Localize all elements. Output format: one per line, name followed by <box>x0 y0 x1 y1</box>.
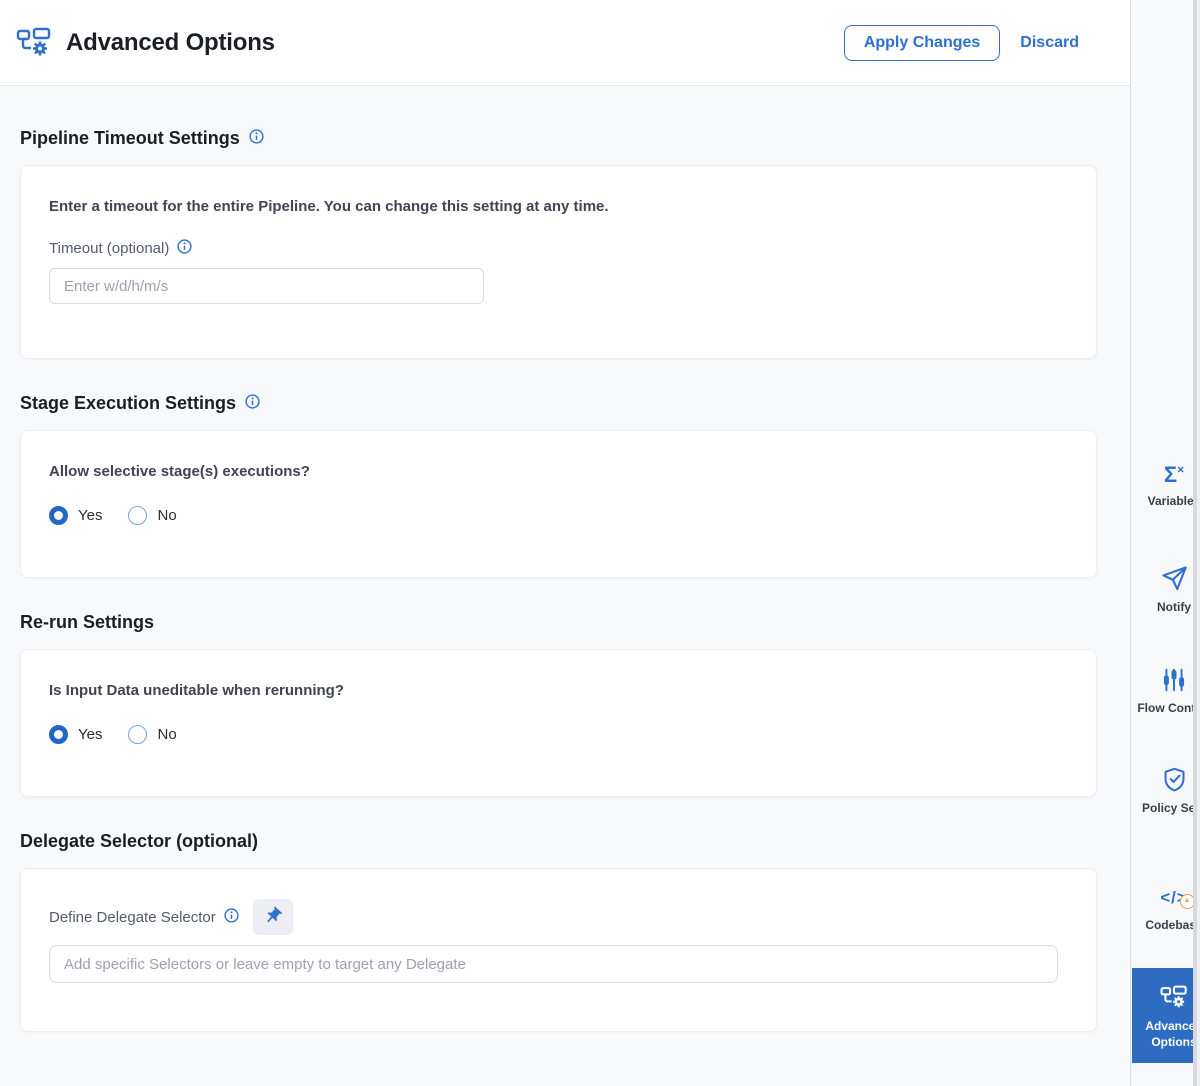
radio-checked-icon[interactable] <box>49 506 68 525</box>
pipeline-timeout-heading-text: Pipeline Timeout Settings <box>20 128 240 149</box>
sigma-x-icon: Σ× <box>1132 456 1200 486</box>
rerun-heading-text: Re-run Settings <box>20 612 154 633</box>
stage-execution-question: Allow selective stage(s) executions? <box>49 463 1068 480</box>
stage-execution-radio-yes[interactable]: Yes <box>49 506 102 525</box>
rerun-radio-yes[interactable]: Yes <box>49 725 102 744</box>
delegate-label-row: Define Delegate Selector <box>49 899 1068 935</box>
header-actions: Apply Changes Discard <box>844 25 1079 61</box>
rail-item-codebase[interactable]: </>▲ Codebase <box>1132 880 1200 933</box>
paper-plane-icon <box>1132 562 1200 592</box>
right-rail: Σ× Variables Notify <box>1130 0 1200 1086</box>
code-warning-icon: </>▲ <box>1132 880 1200 910</box>
rerun-card: Is Input Data uneditable when rerunning?… <box>20 649 1097 797</box>
stage-execution-radio-group: Yes No <box>49 506 1068 525</box>
rerun-question: Is Input Data uneditable when rerunning? <box>49 682 1068 699</box>
apply-changes-button[interactable]: Apply Changes <box>844 25 1000 61</box>
delegate-heading-text: Delegate Selector (optional) <box>20 831 258 852</box>
radio-unchecked-icon[interactable] <box>128 506 147 525</box>
shield-check-icon <box>1132 763 1200 793</box>
section-heading-rerun: Re-run Settings <box>20 612 1131 633</box>
info-icon[interactable] <box>224 908 239 927</box>
pipeline-timeout-card: Enter a timeout for the entire Pipeline.… <box>20 165 1097 359</box>
delegate-card: Define Delegate Selector <box>20 868 1097 1032</box>
rail-item-policy-sets[interactable]: Policy Sets <box>1132 763 1200 816</box>
pin-button[interactable] <box>253 899 293 935</box>
page-title: Advanced Options <box>66 29 275 57</box>
rail-item-variables[interactable]: Σ× Variables <box>1132 456 1200 509</box>
timeout-description: Enter a timeout for the entire Pipeline.… <box>49 198 1068 215</box>
section-heading-pipeline-timeout: Pipeline Timeout Settings <box>20 128 1131 149</box>
stage-execution-radio-no[interactable]: No <box>128 506 176 525</box>
section-heading-stage-execution: Stage Execution Settings <box>20 393 1131 414</box>
delegate-field-label: Define Delegate Selector <box>49 908 239 927</box>
stage-execution-card: Allow selective stage(s) executions? Yes… <box>20 430 1097 578</box>
timeout-field-label: Timeout (optional) <box>49 239 1068 258</box>
pushpin-icon <box>263 906 283 929</box>
header: Advanced Options Apply Changes Discard <box>0 0 1131 86</box>
section-heading-delegate: Delegate Selector (optional) <box>20 831 1131 852</box>
stage-execution-heading-text: Stage Execution Settings <box>20 393 236 414</box>
sliders-icon <box>1132 663 1200 693</box>
rail-item-advanced-options[interactable]: Advanced Options <box>1132 968 1200 1063</box>
radio-unchecked-icon[interactable] <box>128 725 147 744</box>
rerun-radio-group: Yes No <box>49 725 1068 744</box>
radio-checked-icon[interactable] <box>49 725 68 744</box>
info-icon[interactable] <box>249 128 264 149</box>
pipeline-gear-icon <box>14 25 54 61</box>
main-panel: Advanced Options Apply Changes Discard P… <box>0 0 1131 1086</box>
info-icon[interactable] <box>177 239 192 258</box>
delegate-selector-input[interactable] <box>49 945 1058 983</box>
discard-button[interactable]: Discard <box>1020 33 1079 53</box>
rerun-radio-no[interactable]: No <box>128 725 176 744</box>
content: Pipeline Timeout Settings Enter a timeou… <box>0 86 1131 1032</box>
timeout-input[interactable] <box>49 268 484 304</box>
info-icon[interactable] <box>245 393 260 414</box>
pipeline-gear-icon <box>1132 982 1200 1010</box>
rail-item-notify[interactable]: Notify <box>1132 562 1200 615</box>
rail-item-flow-control[interactable]: Flow Control <box>1132 663 1200 716</box>
